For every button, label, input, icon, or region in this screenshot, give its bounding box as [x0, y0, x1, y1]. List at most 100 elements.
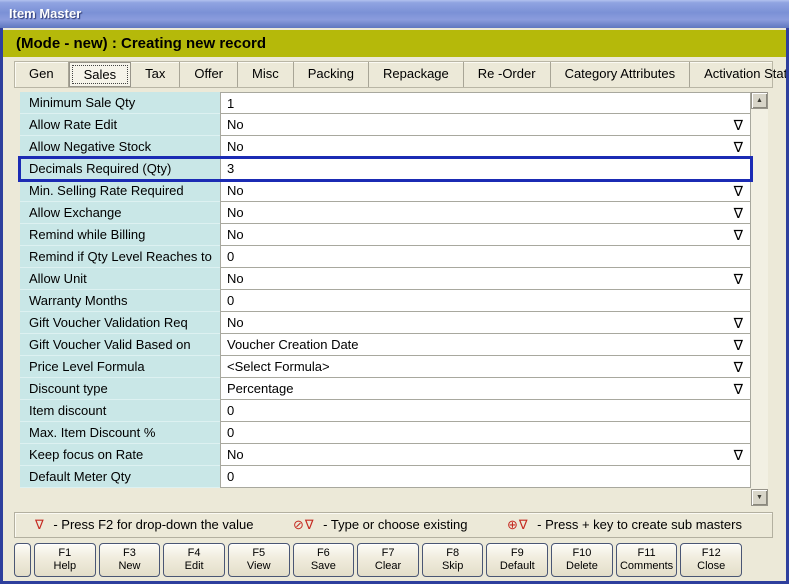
field-value[interactable]: No ∇	[220, 180, 751, 202]
field-value[interactable]: 0	[220, 246, 751, 268]
f1-help-button[interactable]: F1 Help	[34, 543, 96, 577]
dropdown-icon[interactable]: ∇	[734, 382, 743, 396]
tab-strip: Gen Sales Tax Offer Misc Packing Repacka…	[14, 61, 773, 88]
field-value[interactable]: <Select Formula> ∇	[220, 356, 751, 378]
dropdown-icon[interactable]: ∇	[734, 338, 743, 352]
tab-label: Tax	[145, 66, 165, 81]
field-value[interactable]: No ∇	[220, 444, 751, 466]
field-value[interactable]: 1	[220, 92, 751, 114]
spacer-button[interactable]	[14, 543, 31, 577]
field-value-text: No	[227, 227, 734, 242]
function-key: F6	[294, 547, 354, 560]
field-value-text: Percentage	[227, 381, 734, 396]
dropdown-icon[interactable]: ∇	[734, 448, 743, 462]
field-value-text: No	[227, 315, 734, 330]
field-value[interactable]: 3	[220, 158, 751, 180]
field-value-text: No	[227, 271, 734, 286]
function-key: F5	[229, 547, 289, 560]
form-row-item-discount: Item discount 0	[20, 400, 751, 422]
field-value-text: 0	[227, 469, 750, 484]
tab-label: Packing	[308, 66, 354, 81]
tab-label: Sales	[84, 67, 117, 82]
dropdown-icon[interactable]: ∇	[734, 118, 743, 132]
form-row-remind-if-qty-level-reaches-to: Remind if Qty Level Reaches to 0	[20, 246, 751, 268]
function-label: Delete	[552, 560, 612, 573]
legend-text: - Press + key to create sub masters	[537, 517, 742, 532]
field-value-text: No	[227, 117, 734, 132]
function-label: Help	[35, 560, 95, 573]
field-label: Default Meter Qty	[20, 466, 220, 488]
mode-banner-text: (Mode - new) : Creating new record	[16, 35, 266, 52]
dropdown-icon[interactable]: ∇	[734, 228, 743, 242]
dropdown-icon[interactable]: ∇	[734, 184, 743, 198]
field-value-text: <Select Formula>	[227, 359, 734, 374]
scroll-down-button[interactable]: ▼	[751, 489, 768, 506]
field-value[interactable]: No ∇	[220, 202, 751, 224]
tab-label: Gen	[29, 66, 54, 81]
f5-view-button[interactable]: F5 View	[228, 543, 290, 577]
form-row-keep-focus-on-rate: Keep focus on Rate No ∇	[20, 444, 751, 466]
dropdown-icon[interactable]: ∇	[734, 360, 743, 374]
scroll-up-icon: ▲	[756, 97, 763, 104]
f8-skip-button[interactable]: F8 Skip	[422, 543, 484, 577]
field-value[interactable]: 0	[220, 290, 751, 312]
scroll-up-button[interactable]: ▲	[751, 92, 768, 109]
function-label: Skip	[423, 560, 483, 573]
form-row-remind-while-billing: Remind while Billing No ∇	[20, 224, 751, 246]
f9-default-button[interactable]: F9 Default	[486, 543, 548, 577]
tab-misc[interactable]: Misc	[238, 62, 294, 87]
field-value[interactable]: No ∇	[220, 224, 751, 246]
field-value-text: Voucher Creation Date	[227, 337, 734, 352]
tab-label: Misc	[252, 66, 279, 81]
form-row-gift-voucher-validation-req: Gift Voucher Validation Req No ∇	[20, 312, 751, 334]
form-row-allow-unit: Allow Unit No ∇	[20, 268, 751, 290]
item-master-window: Item Master (Mode - new) : Creating new …	[0, 0, 789, 584]
vertical-scrollbar[interactable]: ▲ ▼	[751, 92, 768, 506]
tab-packing[interactable]: Packing	[294, 62, 369, 87]
field-value[interactable]: No ∇	[220, 312, 751, 334]
dropdown-icon[interactable]: ∇	[734, 316, 743, 330]
f4-edit-button[interactable]: F4 Edit	[163, 543, 225, 577]
tab-category-attributes[interactable]: Category Attributes	[551, 62, 691, 87]
field-value[interactable]: No ∇	[220, 136, 751, 158]
field-value[interactable]: Percentage ∇	[220, 378, 751, 400]
tab-re-order[interactable]: Re -Order	[464, 62, 551, 87]
f7-clear-button[interactable]: F7 Clear	[357, 543, 419, 577]
dropdown-icon[interactable]: ∇	[734, 206, 743, 220]
f3-new-button[interactable]: F3 New	[99, 543, 161, 577]
tab-repackage[interactable]: Repackage	[369, 62, 464, 87]
dropdown-icon[interactable]: ∇	[734, 140, 743, 154]
legend-symbol-icon: ⊘∇	[293, 517, 315, 532]
legend-item: ⊘∇ - Type or choose existing	[293, 517, 468, 533]
tab-tax[interactable]: Tax	[131, 62, 180, 87]
field-label: Discount type	[20, 378, 220, 400]
field-value-text: 3	[227, 161, 750, 176]
field-label: Gift Voucher Valid Based on	[20, 334, 220, 356]
field-value-text: 1	[227, 96, 750, 111]
field-value[interactable]: 0	[220, 466, 751, 488]
titlebar[interactable]: Item Master	[0, 0, 789, 28]
f12-close-button[interactable]: F12 Close	[680, 543, 742, 577]
form-row-allow-negative-stock: Allow Negative Stock No ∇	[20, 136, 751, 158]
tab-gen[interactable]: Gen	[15, 62, 69, 87]
field-value-text: 0	[227, 425, 750, 440]
field-value[interactable]: No ∇	[220, 268, 751, 290]
tab-sales[interactable]: Sales	[69, 62, 132, 87]
f6-save-button[interactable]: F6 Save	[293, 543, 355, 577]
form-row-price-level-formula: Price Level Formula <Select Formula> ∇	[20, 356, 751, 378]
f11-comments-button[interactable]: F11 Comments	[616, 543, 678, 577]
tab-activation-status[interactable]: Activation Status	[690, 62, 786, 87]
field-label: Warranty Months	[20, 290, 220, 312]
f10-delete-button[interactable]: F10 Delete	[551, 543, 613, 577]
field-value[interactable]: No ∇	[220, 114, 751, 136]
form-row-default-meter-qty: Default Meter Qty 0	[20, 466, 751, 488]
field-label: Allow Negative Stock	[20, 136, 220, 158]
field-value[interactable]: 0	[220, 422, 751, 444]
field-value-text: No	[227, 183, 734, 198]
field-value[interactable]: 0	[220, 400, 751, 422]
tab-offer[interactable]: Offer	[180, 62, 238, 87]
field-value[interactable]: Voucher Creation Date ∇	[220, 334, 751, 356]
tab-label: Category Attributes	[565, 66, 676, 81]
field-value-text: 0	[227, 249, 750, 264]
dropdown-icon[interactable]: ∇	[734, 272, 743, 286]
